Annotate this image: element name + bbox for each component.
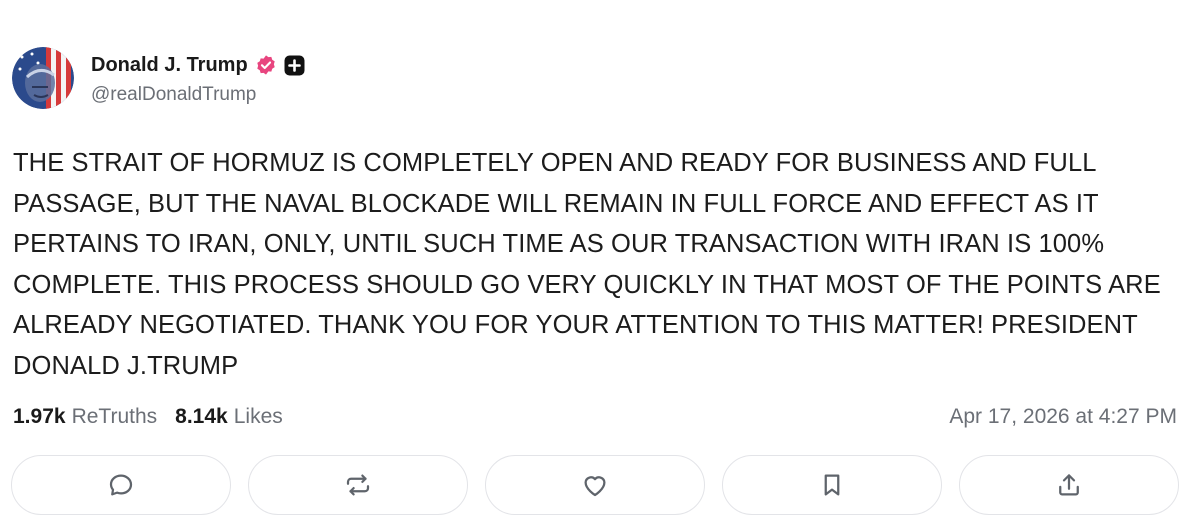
share-upload-icon	[1059, 474, 1079, 496]
verified-badge-icon	[255, 54, 277, 76]
retruths-label[interactable]: ReTruths	[72, 405, 158, 429]
repost-arrows-icon	[346, 474, 370, 496]
likes-label[interactable]: Likes	[234, 405, 283, 429]
post-body-line: PERTAINS TO IRAN, ONLY, UNTIL SUCH TIME …	[13, 230, 1105, 259]
retruth-button[interactable]	[248, 455, 468, 515]
heart-icon	[584, 476, 606, 497]
post-body-line: PASSAGE, BUT THE NAVAL BLOCKADE WILL REM…	[13, 189, 1099, 218]
like-button[interactable]	[485, 455, 705, 515]
plus-badge-icon	[284, 55, 305, 76]
post-body-line: ALREADY NEGOTIATED. THANK YOU FOR YOUR A…	[13, 311, 1138, 340]
avatar-image	[12, 47, 74, 109]
retruths-count[interactable]: 1.97k	[13, 405, 66, 429]
author-display-name[interactable]: Donald J. Trump	[91, 54, 248, 77]
avatar[interactable]	[12, 47, 74, 109]
share-button[interactable]	[959, 455, 1179, 515]
likes-count[interactable]: 8.14k	[175, 405, 228, 429]
author-handle[interactable]: @realDonaldTrump	[91, 84, 256, 106]
post-stats: 1.97k ReTruths 8.14k Likes	[13, 403, 283, 431]
speech-bubble-icon	[109, 474, 133, 496]
post-timestamp[interactable]: Apr 17, 2026 at 4:27 PM	[949, 403, 1177, 431]
post-action-bar	[11, 455, 1181, 517]
post-body: THE STRAIT OF HORMUZ IS COMPLETELY OPEN …	[13, 143, 1188, 387]
bookmark-icon	[824, 474, 840, 496]
post-body-line: DONALD J.TRUMP	[13, 351, 239, 380]
post-body-line: THE STRAIT OF HORMUZ IS COMPLETELY OPEN …	[13, 149, 1097, 177]
post-body-line: COMPLETE. THIS PROCESS SHOULD GO VERY QU…	[13, 270, 1161, 299]
bookmark-button[interactable]	[722, 455, 942, 515]
reply-button[interactable]	[11, 455, 231, 515]
author-name-row: Donald J. Trump	[91, 52, 305, 78]
